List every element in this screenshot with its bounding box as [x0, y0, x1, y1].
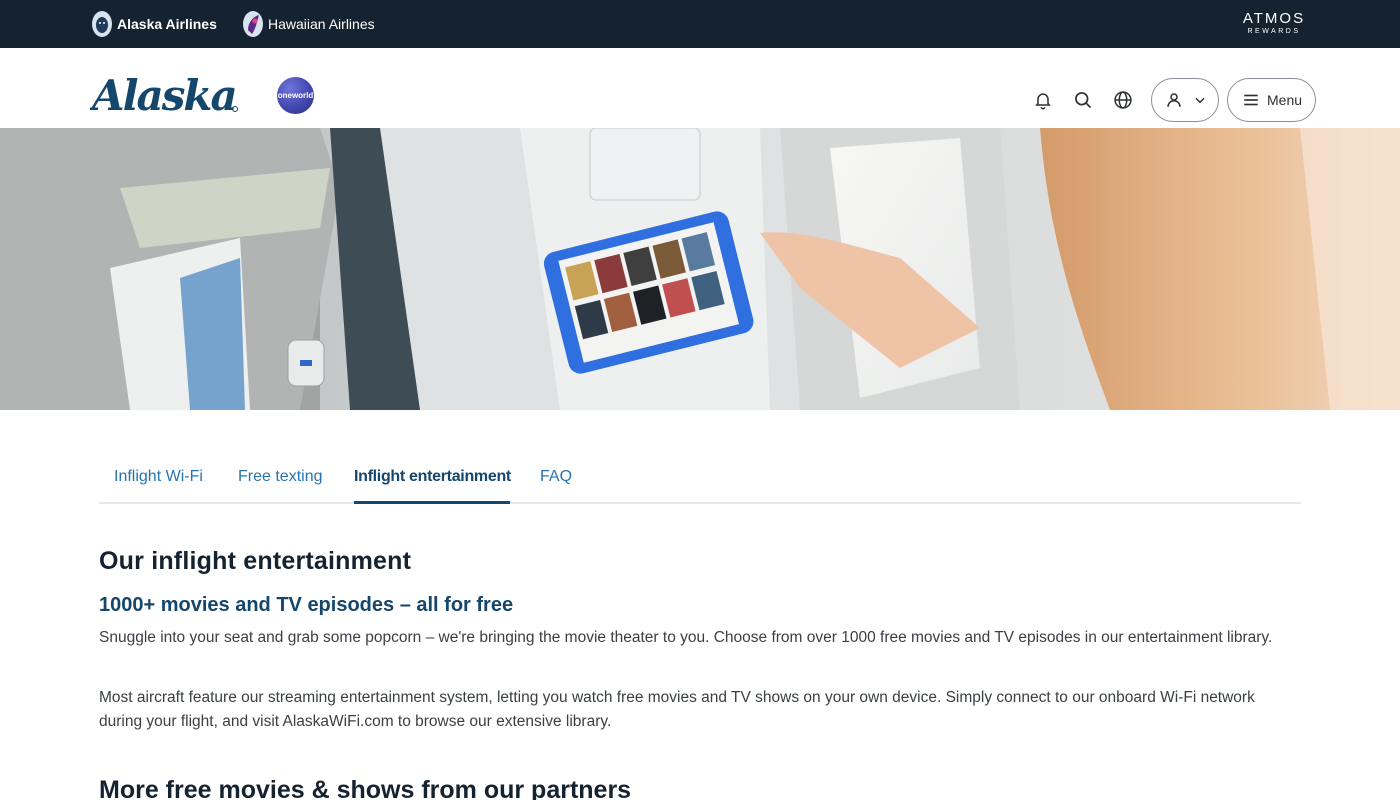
partners-heading: More free movies & shows from our partne… [99, 776, 632, 800]
alaska-eskimo-icon [92, 11, 112, 37]
main-header: Alaska oneworld Menu [0, 48, 1400, 128]
hawaiian-airlines-link[interactable]: Hawaiian Airlines [242, 10, 375, 38]
streaming-paragraph: Most aircraft feature our streaming ente… [99, 689, 1255, 730]
tab-inflight-entertainment[interactable]: Inflight entertainment [354, 468, 511, 486]
brand-bar: Alaska Airlines Hawaiian Airlines ATMOS … [0, 0, 1400, 48]
brand-label: Hawaiian Airlines [268, 16, 375, 32]
language-button[interactable] [1111, 88, 1135, 112]
oneworld-logo[interactable]: oneworld [277, 77, 314, 114]
section-tabs: Inflight Wi-Fi Free texting Inflight ent… [99, 458, 1301, 504]
hero-image [0, 128, 1400, 410]
tab-faq[interactable]: FAQ [540, 468, 572, 486]
rewards-word: REWARDS [1247, 28, 1301, 35]
active-tab-indicator [354, 501, 510, 504]
bell-icon [1035, 93, 1051, 110]
user-icon [1167, 93, 1181, 107]
globe-icon [1114, 91, 1132, 109]
chevron-down-icon [1195, 97, 1205, 104]
menu-label: Menu [1267, 92, 1303, 108]
atmos-word: ATMOS [1242, 10, 1306, 27]
brand-label: Alaska Airlines [117, 16, 217, 32]
menu-button[interactable]: Menu [1227, 78, 1316, 122]
atmos-rewards-logo[interactable]: ATMOS REWARDS [1241, 11, 1307, 36]
hero-illustration [0, 128, 1400, 410]
oneworld-label: oneworld [277, 91, 314, 100]
alaska-airlines-link[interactable]: Alaska Airlines [91, 10, 217, 38]
alaska-logo[interactable]: Alaska [90, 72, 240, 120]
search-button[interactable] [1071, 88, 1095, 112]
section-subtitle: 1000+ movies and TV episodes – all for f… [99, 594, 514, 616]
tab-free-texting[interactable]: Free texting [238, 468, 322, 486]
page-title: Our inflight entertainment [99, 547, 412, 575]
intro-paragraph: Snuggle into your seat and grab some pop… [99, 629, 1273, 646]
notifications-button[interactable] [1031, 88, 1055, 112]
svg-text:Alaska: Alaska [90, 72, 236, 120]
tab-inflight-wifi[interactable]: Inflight Wi-Fi [114, 468, 203, 486]
hamburger-icon [1244, 94, 1258, 106]
hawaiian-pualani-icon [243, 11, 263, 37]
account-dropdown-button[interactable] [1151, 78, 1219, 122]
search-icon [1075, 92, 1092, 109]
